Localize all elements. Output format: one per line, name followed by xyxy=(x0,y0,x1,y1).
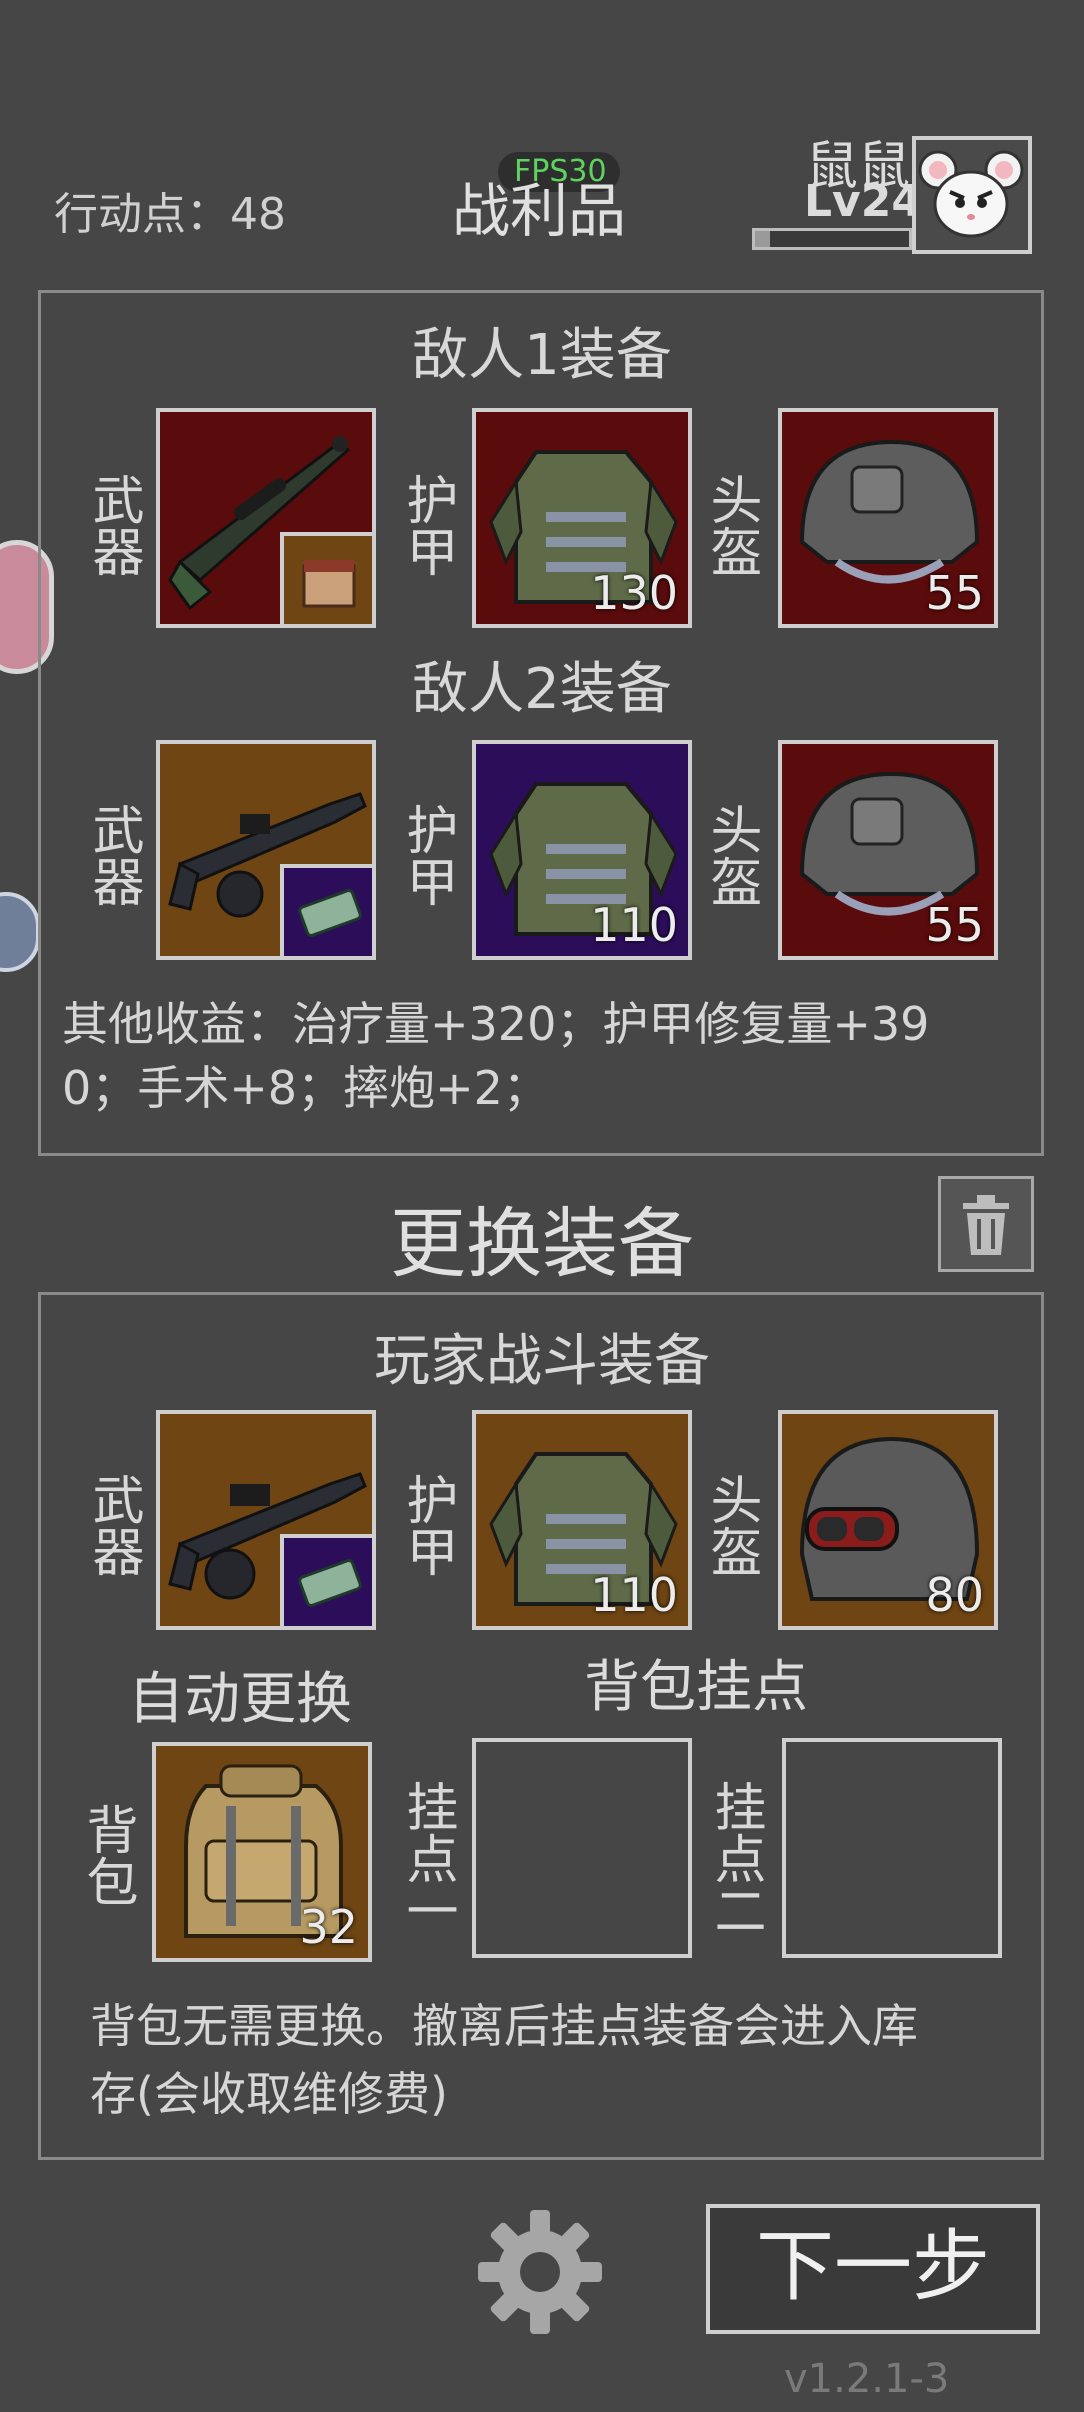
enemy2-armor-label: 护甲 xyxy=(397,803,457,907)
player-weapon-label: 武器 xyxy=(83,1473,143,1577)
gear-icon xyxy=(478,2210,602,2334)
mouse-avatar-icon xyxy=(918,150,1024,238)
backpack-label: 背包 xyxy=(77,1803,137,1907)
backpack-mounts-label: 背包挂点 xyxy=(584,1655,808,1720)
mount2-slot[interactable] xyxy=(782,1738,1002,1958)
enemy2-helmet-slot[interactable]: 55 xyxy=(778,740,998,960)
auto-swap-label[interactable]: 自动更换 xyxy=(128,1654,352,1735)
enemy2-armor-slot[interactable]: 110 xyxy=(472,740,692,960)
action-points: 行动点：48 xyxy=(54,189,286,240)
backpack-capacity: 32 xyxy=(299,1900,358,1954)
enemy1-weapon-ammo-slot[interactable] xyxy=(280,532,372,624)
enemy1-helmet-slot[interactable]: 55 xyxy=(778,408,998,628)
version-label: v1.2.1-3 xyxy=(784,2356,950,2402)
enemy2-helmet-label: 头盔 xyxy=(701,803,761,907)
mount2-label: 挂点二 xyxy=(705,1780,765,1936)
enemy1-armor-label: 护甲 xyxy=(397,473,457,577)
enemy2-weapon-label: 武器 xyxy=(83,803,143,907)
change-equipment-title: 更换装备 xyxy=(390,1199,694,1288)
next-step-button[interactable]: 下一步 xyxy=(706,2204,1040,2334)
enemy1-helmet-label: 头盔 xyxy=(701,473,761,577)
page-title: 战利品 xyxy=(452,177,627,245)
player-helmet-label: 头盔 xyxy=(701,1473,761,1577)
mount1-slot[interactable] xyxy=(472,1738,692,1958)
player-helmet-slot[interactable]: 80 xyxy=(778,1410,998,1630)
player-armor-label: 护甲 xyxy=(397,1473,457,1577)
enemy2-title: 敌人2装备 xyxy=(412,657,672,722)
player-armor-durability: 110 xyxy=(590,1568,678,1622)
level-progress-bar xyxy=(752,228,912,250)
player-armor-slot[interactable]: 110 xyxy=(472,1410,692,1630)
player-avatar[interactable] xyxy=(912,136,1032,254)
enemy1-armor-durability: 130 xyxy=(590,566,678,620)
player-helmet-durability: 80 xyxy=(925,1568,984,1622)
player-weapon-ammo-slot[interactable] xyxy=(280,1534,372,1626)
enemy1-weapon-slot[interactable] xyxy=(156,408,376,628)
enemy2-weapon-ammo-slot[interactable] xyxy=(280,864,372,956)
other-gains-line2: 0；手术+8；摔炮+2； xyxy=(62,1061,549,1115)
floating-bubble-blue[interactable] xyxy=(0,892,40,972)
trash-button[interactable] xyxy=(938,1176,1034,1272)
backpack-note-line2: 存(会收取维修费) xyxy=(90,2067,448,2121)
next-step-label: 下一步 xyxy=(755,2222,990,2312)
ammo-pack-icon xyxy=(298,1558,362,1608)
ammo-box-icon xyxy=(302,560,356,608)
enemy2-helmet-durability: 55 xyxy=(925,898,984,952)
settings-button[interactable] xyxy=(472,2204,608,2340)
ammo-pack-icon xyxy=(298,888,362,938)
enemy1-weapon-label: 武器 xyxy=(83,473,143,577)
enemy1-armor-slot[interactable]: 130 xyxy=(472,408,692,628)
player-equipment-title: 玩家战斗装备 xyxy=(374,1329,710,1394)
backpack-note-line1: 背包无需更换。撤离后挂点装备会进入库 xyxy=(90,1999,918,2053)
player-weapon-slot[interactable] xyxy=(156,1410,376,1630)
player-level: Lv24 xyxy=(804,176,922,227)
enemy1-helmet-durability: 55 xyxy=(925,566,984,620)
enemy2-armor-durability: 110 xyxy=(590,898,678,952)
mount1-label: 挂点一 xyxy=(397,1780,457,1936)
enemy2-weapon-slot[interactable] xyxy=(156,740,376,960)
other-gains-line1: 其他收益：治疗量+320；护甲修复量+39 xyxy=(62,997,930,1051)
enemy1-title: 敌人1装备 xyxy=(412,323,672,388)
backpack-slot[interactable]: 32 xyxy=(152,1742,372,1962)
trash-icon xyxy=(963,1195,1009,1255)
